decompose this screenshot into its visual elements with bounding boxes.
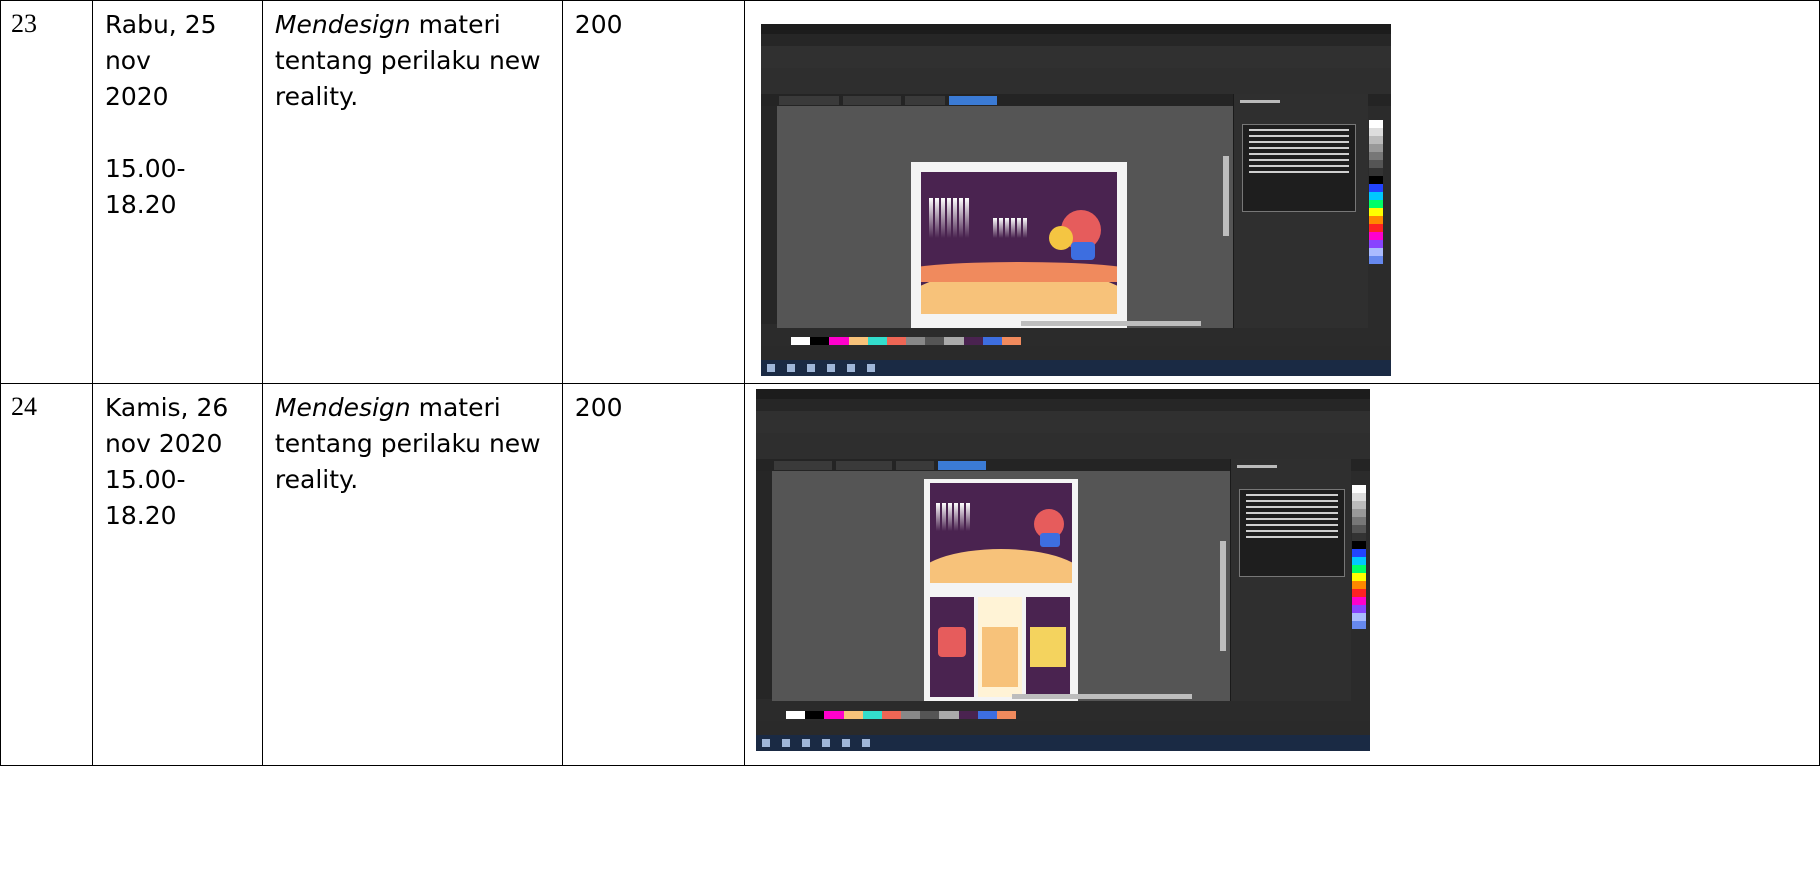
time-line: 15.00-18.20	[104, 465, 186, 530]
people-illustration	[1049, 226, 1073, 250]
menu-bar	[761, 34, 1391, 46]
value-cell: 200	[561, 383, 745, 766]
color-palette	[1352, 485, 1366, 629]
document-tab	[779, 96, 839, 105]
date-cell: Kamis, 26 nov 2020 15.00-18.20	[91, 383, 263, 766]
document-tab-active	[949, 96, 997, 105]
brochure-design	[930, 483, 1072, 583]
description-italic: Mendesign	[274, 393, 411, 422]
coreldraw-screenshot-image	[761, 24, 1391, 376]
docker-panel	[1233, 94, 1368, 328]
ghost-bars-graphic	[929, 198, 969, 238]
taskbar-app-icon	[802, 739, 810, 747]
ghost-bars-graphic	[993, 218, 1027, 238]
coreldraw-screenshot-image	[756, 389, 1370, 751]
taskbar-app-icon	[847, 364, 855, 372]
time-line: 15.00-18.20	[104, 154, 186, 219]
row-number-cell: 23	[0, 0, 93, 384]
horizontal-scrollbar[interactable]	[1021, 321, 1201, 326]
object-list	[1242, 124, 1356, 212]
toolbox	[761, 106, 777, 324]
taskbar-app-icon	[827, 364, 835, 372]
document-tab	[896, 461, 934, 470]
date-line: Rabu, 25 nov	[104, 10, 217, 75]
taskbar-app-icon	[807, 364, 815, 372]
taskbar-app-icon	[822, 739, 830, 747]
page-sheet	[911, 162, 1127, 328]
poster-page	[1026, 597, 1070, 697]
status-bar	[756, 721, 1370, 735]
brochure-design	[921, 172, 1117, 314]
poster-page	[930, 597, 974, 697]
value-cell: 200	[561, 0, 745, 384]
poster-page	[978, 597, 1022, 697]
docker-header	[1240, 100, 1280, 103]
document-tab	[905, 96, 945, 105]
date-cell: Rabu, 25 nov 2020 15.00-18.20	[91, 0, 263, 384]
date-line: Kamis, 26	[104, 393, 229, 422]
document-tab	[836, 461, 892, 470]
description-text: Mendesign materi tentang perilaku new re…	[263, 1, 562, 115]
description-italic: Mendesign	[274, 10, 411, 39]
taskbar-app-icon	[782, 739, 790, 747]
value-text: 200	[574, 393, 623, 422]
document-palette	[791, 337, 1022, 345]
window-titlebar	[756, 389, 1370, 399]
ghost-bars-graphic	[936, 503, 970, 531]
start-icon	[762, 739, 770, 747]
horizontal-scrollbar[interactable]	[1012, 694, 1192, 699]
row-number: 23	[11, 9, 37, 38]
row-number-cell: 24	[0, 383, 93, 766]
toolbox	[756, 471, 772, 699]
windows-taskbar	[761, 360, 1391, 376]
taskbar-app-icon	[862, 739, 870, 747]
taskbar-app-icon	[867, 364, 875, 372]
status-bar	[761, 346, 1391, 360]
vertical-scrollbar[interactable]	[1223, 156, 1229, 236]
document-tab	[774, 461, 832, 470]
document-palette	[786, 711, 1017, 719]
date-line: 2020	[104, 82, 169, 111]
date-text: Rabu, 25 nov 2020 15.00-18.20	[93, 1, 262, 223]
start-icon	[767, 364, 775, 372]
drawing-canvas	[777, 106, 1233, 328]
value-text: 200	[574, 10, 623, 39]
document-tab	[843, 96, 901, 105]
page-sheet	[924, 479, 1078, 701]
menu-bar	[756, 399, 1370, 411]
drawing-canvas	[772, 471, 1230, 701]
description-cell: Mendesign materi tentang perilaku new re…	[261, 0, 563, 384]
taskbar-app-icon	[787, 364, 795, 372]
new-badge	[1071, 242, 1095, 260]
standard-toolbar	[761, 46, 1391, 69]
row-number: 24	[11, 392, 37, 421]
property-bar	[761, 68, 1391, 95]
date-text: Kamis, 26 nov 2020 15.00-18.20	[93, 384, 262, 534]
windows-taskbar	[756, 735, 1370, 751]
vertical-scrollbar[interactable]	[1220, 541, 1226, 651]
date-line: nov 2020	[104, 429, 223, 458]
new-badge	[1040, 533, 1060, 547]
docker-panel	[1230, 459, 1351, 701]
color-palette	[1369, 120, 1383, 264]
window-titlebar	[761, 24, 1391, 34]
date-line-spacer	[105, 115, 252, 151]
property-bar	[756, 433, 1370, 460]
description-cell: Mendesign materi tentang perilaku new re…	[261, 383, 563, 766]
coral-wave	[921, 262, 1117, 282]
docker-header	[1237, 465, 1277, 468]
document-tab-active	[938, 461, 986, 470]
peach-wave	[930, 549, 1072, 583]
standard-toolbar	[756, 411, 1370, 434]
object-list	[1239, 489, 1345, 577]
taskbar-app-icon	[842, 739, 850, 747]
description-text: Mendesign materi tentang perilaku new re…	[263, 384, 562, 498]
